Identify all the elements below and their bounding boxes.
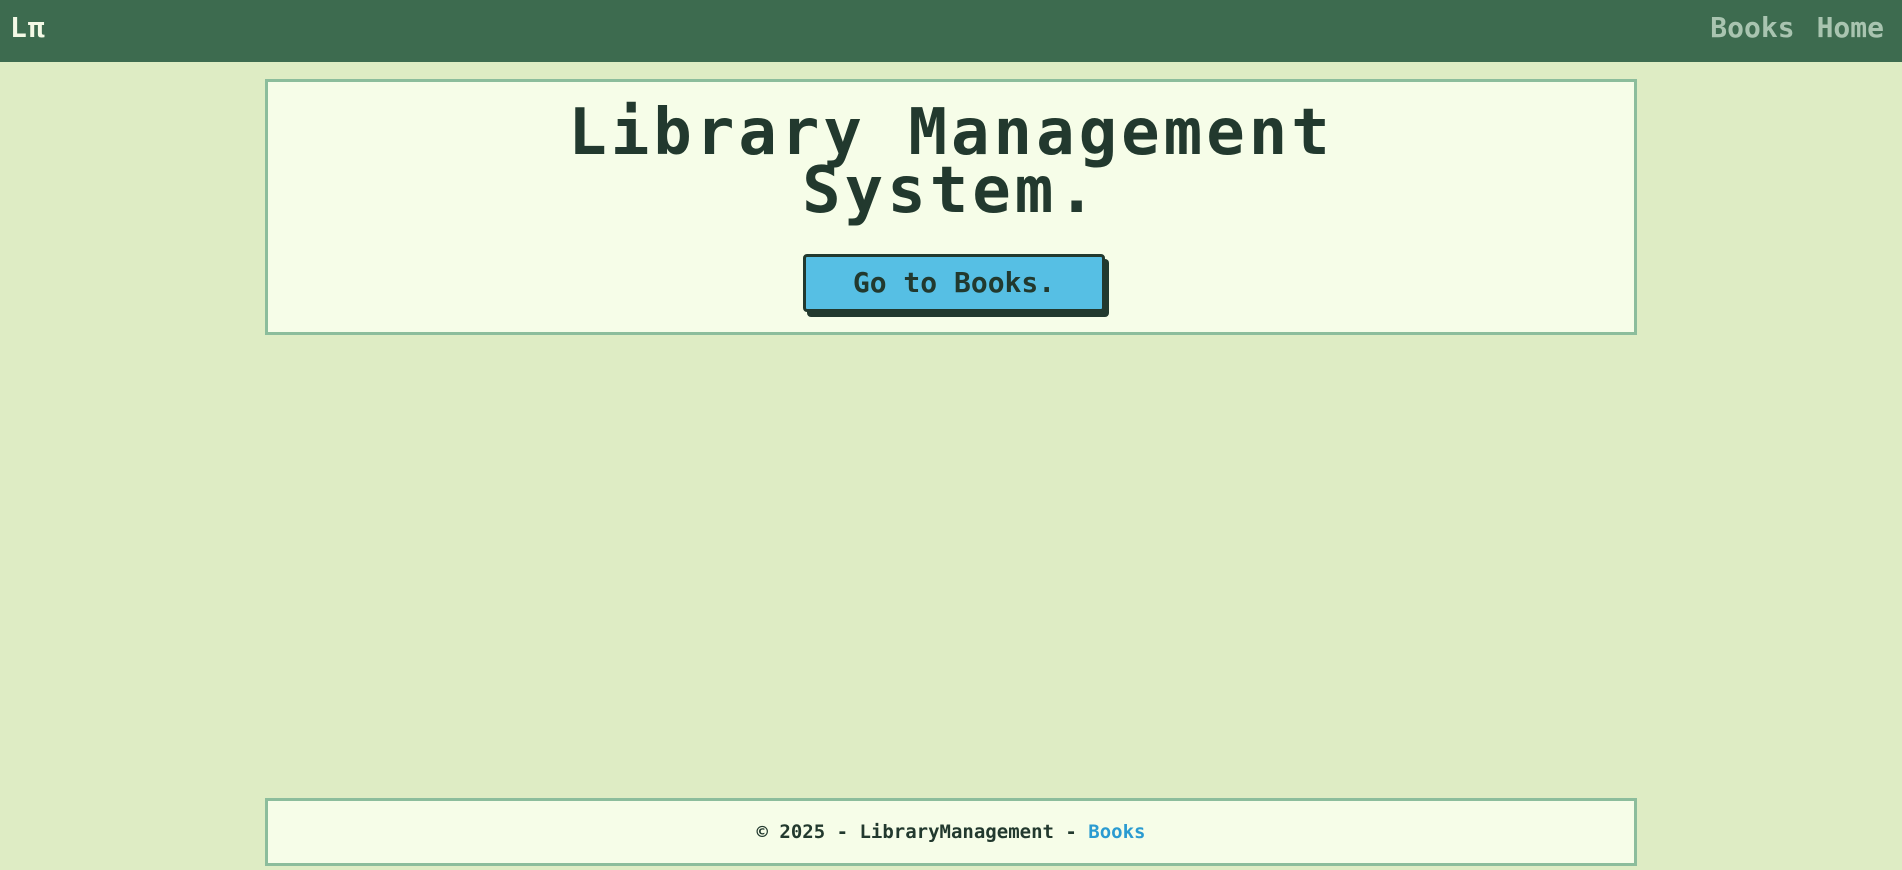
- nav-links: Books Home: [1710, 14, 1884, 42]
- footer-copyright: © 2025 - LibraryManagement -: [756, 821, 1089, 843]
- hero-panel: Library Management System. Go to Books.: [265, 79, 1637, 335]
- top-navbar: Lπ Books Home: [0, 0, 1902, 62]
- footer-books-link[interactable]: Books: [1088, 821, 1145, 843]
- nav-link-home[interactable]: Home: [1817, 14, 1884, 42]
- page-title-line-2: System.: [802, 154, 1100, 228]
- page-title: Library Management System.: [268, 101, 1634, 223]
- nav-link-books[interactable]: Books: [1710, 14, 1794, 42]
- brand-logo-link[interactable]: Lπ: [10, 14, 46, 42]
- page-footer: © 2025 - LibraryManagement - Books: [265, 798, 1637, 866]
- go-to-books-button[interactable]: Go to Books.: [803, 254, 1105, 312]
